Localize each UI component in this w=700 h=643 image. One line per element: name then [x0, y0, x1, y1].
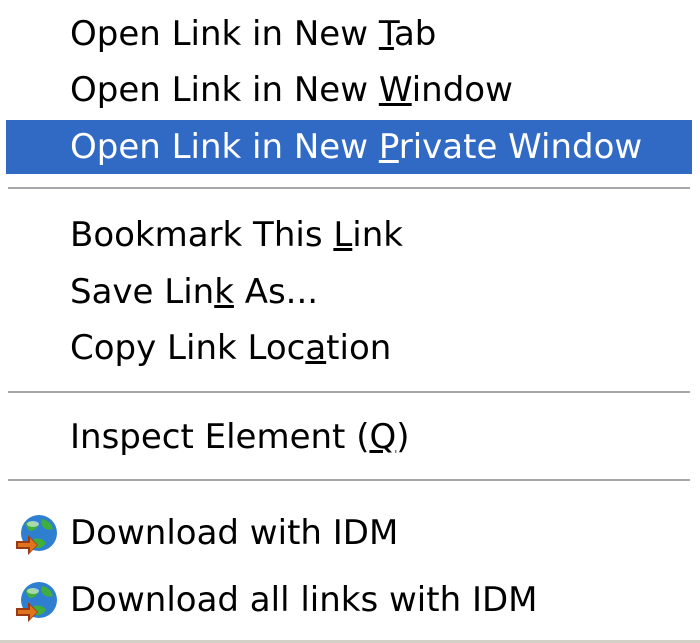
menu-item-label: Inspect Element (Q) [70, 417, 410, 457]
menu-separator [8, 479, 690, 483]
mnemonic-letter: W [378, 70, 412, 110]
menu-item-label: Copy Link Location [70, 328, 392, 368]
menu-item-open-link-new-tab[interactable]: Open Link in New Tab [6, 7, 692, 61]
idm-globe-icon [16, 515, 57, 555]
mnemonic-letter: P [378, 127, 399, 167]
menu-item-label: Download all links with IDM [70, 580, 538, 620]
menu-item-label: Open Link in New Window [70, 70, 513, 110]
menu-item-copy-link-location[interactable]: Copy Link Location [6, 321, 692, 375]
menu-item-download-all-links-with-idm[interactable]: Download all links with IDM [6, 573, 692, 627]
menu-item-label: Save Link As... [70, 272, 319, 312]
menu-item-label: Bookmark This Link [70, 215, 403, 255]
menu-item-download-with-idm[interactable]: Download with IDM [6, 506, 692, 560]
menu-item-label: Open Link in New Tab [70, 14, 437, 54]
idm-globe-icon [16, 582, 57, 622]
menu-separator [8, 391, 690, 395]
menu-item-open-link-new-window[interactable]: Open Link in New Window [6, 63, 692, 117]
menu-item-label: Open Link in New Private Window [70, 127, 643, 167]
context-menu: Open Link in New Tab Open Link in New Wi… [0, 0, 700, 643]
mnemonic-letter: k [214, 272, 234, 312]
mnemonic-letter: T [378, 14, 394, 54]
menu-separator [8, 187, 690, 191]
menu-item-label: Download with IDM [70, 513, 399, 553]
menu-item-inspect-element[interactable]: Inspect Element (Q) [6, 410, 692, 464]
menu-item-save-link-as[interactable]: Save Link As... [6, 265, 692, 319]
mnemonic-letter: a [305, 328, 327, 368]
mnemonic-letter: L [333, 215, 353, 255]
mnemonic-letter: Q [369, 417, 397, 457]
menu-item-bookmark-this-link[interactable]: Bookmark This Link [6, 208, 692, 262]
menu-item-open-link-new-private-window[interactable]: Open Link in New Private Window [6, 120, 692, 174]
